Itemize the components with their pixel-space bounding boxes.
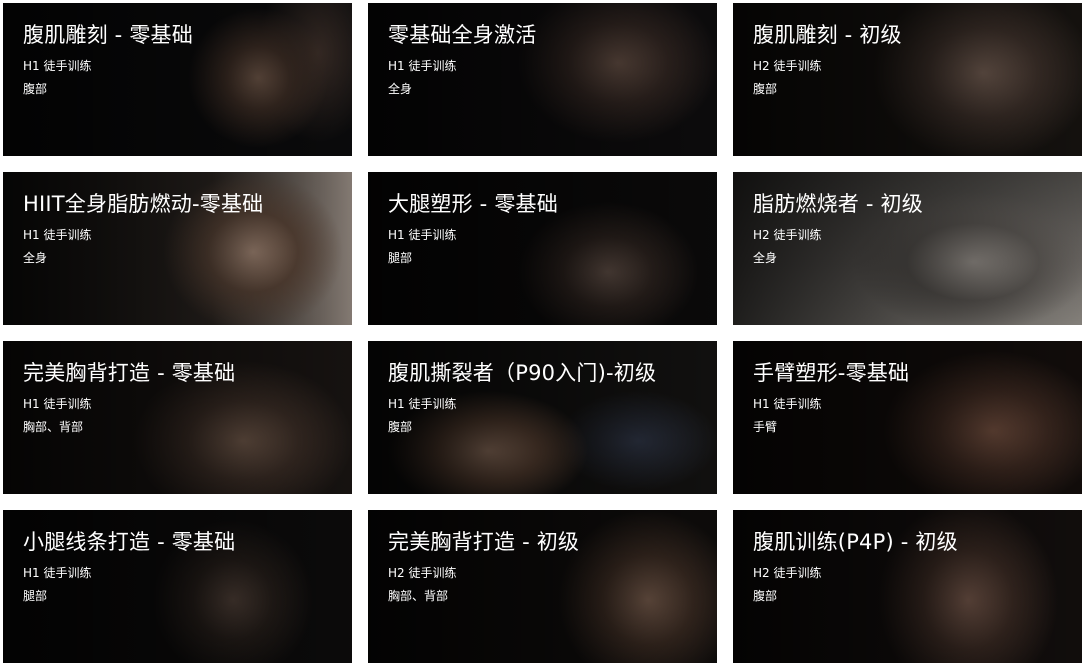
course-level: H1 徒手训练 bbox=[23, 566, 92, 580]
course-card[interactable]: 腹肌雕刻 - 初级 H2 徒手训练 腹部 bbox=[733, 3, 1082, 156]
course-title: 完美胸背打造 - 零基础 bbox=[23, 361, 236, 385]
course-body-part: 腹部 bbox=[388, 420, 413, 434]
course-card[interactable]: 腹肌撕裂者（P90入门)-初级 H1 徒手训练 腹部 bbox=[368, 341, 717, 494]
course-card[interactable]: 手臂塑形-零基础 H1 徒手训练 手臂 bbox=[733, 341, 1082, 494]
course-body-part: 腿部 bbox=[388, 251, 413, 265]
course-card[interactable]: 完美胸背打造 - 零基础 H1 徒手训练 胸部、背部 bbox=[3, 341, 352, 494]
course-title: 大腿塑形 - 零基础 bbox=[388, 192, 558, 216]
course-level: H1 徒手训练 bbox=[23, 228, 92, 242]
course-body-part: 全身 bbox=[753, 251, 778, 265]
course-card[interactable]: 脂肪燃烧者 - 初级 H2 徒手训练 全身 bbox=[733, 172, 1082, 325]
course-level: H2 徒手训练 bbox=[753, 59, 822, 73]
course-level: H1 徒手训练 bbox=[388, 397, 457, 411]
course-level: H1 徒手训练 bbox=[23, 59, 92, 73]
course-card[interactable]: 腹肌训练(P4P) - 初级 H2 徒手训练 腹部 bbox=[733, 510, 1082, 663]
course-level: H1 徒手训练 bbox=[388, 228, 457, 242]
course-title: 零基础全身激活 bbox=[388, 23, 537, 47]
course-level: H1 徒手训练 bbox=[388, 59, 457, 73]
course-card[interactable]: 零基础全身激活 H1 徒手训练 全身 bbox=[368, 3, 717, 156]
course-title: 脂肪燃烧者 - 初级 bbox=[753, 192, 923, 216]
course-body-part: 全身 bbox=[23, 251, 48, 265]
course-body-part: 腹部 bbox=[753, 82, 778, 96]
course-card[interactable]: 大腿塑形 - 零基础 H1 徒手训练 腿部 bbox=[368, 172, 717, 325]
course-title: 腹肌雕刻 - 初级 bbox=[753, 23, 902, 47]
course-title: 腹肌撕裂者（P90入门)-初级 bbox=[388, 361, 657, 385]
course-title: 手臂塑形-零基础 bbox=[753, 361, 910, 385]
course-level: H1 徒手训练 bbox=[753, 397, 822, 411]
course-level: H2 徒手训练 bbox=[753, 228, 822, 242]
course-body-part: 全身 bbox=[388, 82, 413, 96]
course-body-part: 胸部、背部 bbox=[23, 420, 84, 434]
course-body-part: 腹部 bbox=[753, 589, 778, 603]
course-grid: 腹肌雕刻 - 零基础 H1 徒手训练 腹部 零基础全身激活 H1 徒手训练 全身… bbox=[0, 0, 1084, 666]
course-card[interactable]: 腹肌雕刻 - 零基础 H1 徒手训练 腹部 bbox=[3, 3, 352, 156]
course-title: HIIT全身脂肪燃动-零基础 bbox=[23, 192, 264, 216]
course-level: H1 徒手训练 bbox=[23, 397, 92, 411]
course-title: 完美胸背打造 - 初级 bbox=[388, 530, 580, 554]
course-level: H2 徒手训练 bbox=[753, 566, 822, 580]
course-title: 腹肌雕刻 - 零基础 bbox=[23, 23, 193, 47]
course-card[interactable]: 完美胸背打造 - 初级 H2 徒手训练 胸部、背部 bbox=[368, 510, 717, 663]
course-title: 小腿线条打造 - 零基础 bbox=[23, 530, 236, 554]
course-body-part: 腿部 bbox=[23, 589, 48, 603]
course-body-part: 胸部、背部 bbox=[388, 589, 449, 603]
course-body-part: 腹部 bbox=[23, 82, 48, 96]
course-card[interactable]: HIIT全身脂肪燃动-零基础 H1 徒手训练 全身 bbox=[3, 172, 352, 325]
course-level: H2 徒手训练 bbox=[388, 566, 457, 580]
course-card[interactable]: 小腿线条打造 - 零基础 H1 徒手训练 腿部 bbox=[3, 510, 352, 663]
course-body-part: 手臂 bbox=[753, 420, 778, 434]
course-title: 腹肌训练(P4P) - 初级 bbox=[753, 530, 958, 554]
